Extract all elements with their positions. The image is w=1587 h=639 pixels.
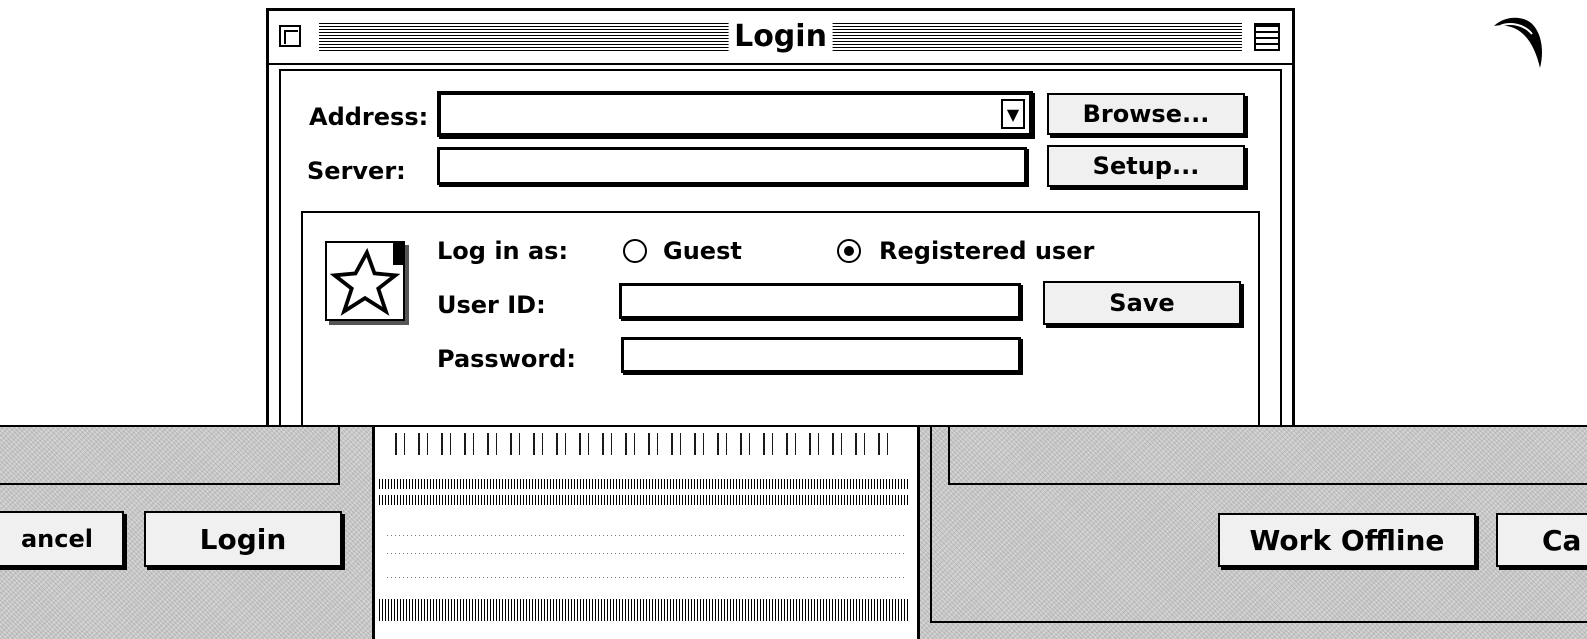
- server-input[interactable]: [440, 150, 1024, 182]
- footer-strip: ancel Login Work Offline Ca: [0, 425, 1587, 639]
- guest-radio[interactable]: [623, 239, 647, 263]
- guest-radio-label[interactable]: Guest: [663, 237, 742, 265]
- user-id-field[interactable]: [619, 283, 1021, 319]
- close-box-icon[interactable]: [279, 25, 301, 47]
- registered-user-radio-label[interactable]: Registered user: [879, 237, 1094, 265]
- password-input[interactable]: [624, 340, 1018, 370]
- footer-left-panel: ancel Login: [0, 427, 372, 639]
- password-field[interactable]: [621, 337, 1021, 373]
- star-icon: [325, 241, 405, 321]
- title-bar[interactable]: Login: [269, 11, 1292, 65]
- footer-right-inner-frame: [948, 427, 1587, 485]
- footer-left-frame: [0, 427, 340, 485]
- cancel-button-right[interactable]: Ca: [1496, 513, 1587, 567]
- dialog-content: Address: ▼ Browse... Server: Setup... Lo…: [279, 69, 1282, 445]
- dotted-line: [387, 577, 907, 578]
- address-label: Address:: [309, 103, 429, 131]
- work-offline-button[interactable]: Work Offline: [1218, 513, 1476, 567]
- save-button[interactable]: Save: [1043, 281, 1241, 325]
- login-button[interactable]: Login: [144, 511, 342, 567]
- zoom-box-icon[interactable]: [1254, 23, 1280, 51]
- cancel-button[interactable]: ancel: [0, 511, 124, 567]
- login-group-box: Log in as: Guest Registered user User ID…: [301, 211, 1260, 443]
- password-label: Password:: [437, 345, 576, 373]
- stripe-line: [379, 599, 909, 621]
- address-input[interactable]: [441, 95, 1029, 133]
- login-as-label: Log in as:: [437, 237, 569, 265]
- dotted-line: [387, 535, 907, 536]
- dropdown-arrow-icon[interactable]: ▼: [1001, 99, 1025, 129]
- login-dialog: Login Address: ▼ Browse... Server: Setup…: [266, 8, 1295, 448]
- setup-button[interactable]: Setup...: [1047, 145, 1245, 187]
- user-id-label: User ID:: [437, 291, 546, 319]
- browse-button[interactable]: Browse...: [1047, 93, 1245, 135]
- server-label: Server:: [307, 157, 406, 185]
- footer-middle-panel: [372, 427, 920, 639]
- registered-user-radio[interactable]: [837, 239, 861, 263]
- user-id-input[interactable]: [622, 286, 1018, 316]
- glitch-bars: [395, 433, 895, 455]
- server-field[interactable]: [437, 147, 1027, 185]
- stripe-line: [379, 495, 909, 505]
- moon-icon: [1494, 17, 1542, 68]
- address-field[interactable]: ▼: [437, 91, 1033, 137]
- footer-right-panel: Work Offline Ca: [920, 427, 1587, 639]
- dotted-line: [387, 553, 907, 554]
- window-title: Login: [728, 21, 833, 53]
- stripe-line: [379, 479, 909, 489]
